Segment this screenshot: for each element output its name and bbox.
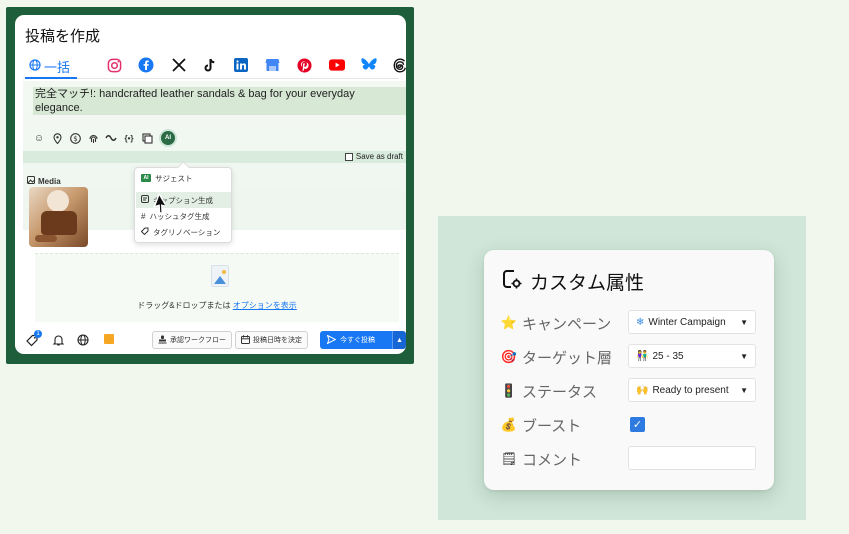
save-as-draft[interactable]: Save as draft <box>344 152 403 161</box>
media-dropzone[interactable]: ドラッグ&ドロップまたは オプションを表示 <box>35 253 399 322</box>
chevron-down-icon: ▼ <box>740 386 748 395</box>
attribute-settings-icon <box>502 269 522 295</box>
attribute-row-boost: 💰 ブースト ✓ <box>500 412 760 438</box>
copy-icon[interactable] <box>141 132 153 144</box>
globe-icon <box>29 58 41 74</box>
post-options-dropdown[interactable]: ▲ <box>392 331 406 349</box>
status-select[interactable]: 🙌 Ready to present ▼ <box>628 378 756 402</box>
attributes-background: カスタム属性 ⭐ キャンペーン ❄ Winter Campaign ▼ 🎯 ター… <box>438 216 806 520</box>
draft-checkbox[interactable] <box>344 152 353 161</box>
media-section-label: Media <box>27 176 61 186</box>
network-tabs: 一括 <box>23 53 406 79</box>
bell-icon[interactable] <box>51 333 65 347</box>
tab-all[interactable]: 一括 <box>25 55 77 79</box>
link-icon[interactable] <box>105 132 117 144</box>
composer-frame: 投稿を作成 一括 完全マッチ!: handcrafted leather san… <box>6 7 414 364</box>
post-text[interactable]: 完全マッチ!: handcrafted leather sandals & ba… <box>33 87 406 115</box>
media-thumbnail[interactable] <box>29 187 88 247</box>
location-icon[interactable] <box>51 132 63 144</box>
bluesky-icon[interactable] <box>361 57 377 73</box>
pinterest-icon[interactable] <box>296 57 312 73</box>
fingerprint-icon[interactable] <box>87 132 99 144</box>
globe-icon[interactable] <box>76 333 90 347</box>
image-icon <box>27 176 35 186</box>
target-select[interactable]: 👫 25 - 35 ▼ <box>628 344 756 368</box>
variable-icon[interactable]: {•} <box>123 132 135 144</box>
tab-all-label: 一括 <box>44 59 71 75</box>
ai-menu-suggest[interactable]: AI サジェスト <box>136 170 231 186</box>
chevron-down-icon: ▼ <box>740 318 748 327</box>
custom-attributes-card: カスタム属性 ⭐ キャンペーン ❄ Winter Campaign ▼ 🎯 ター… <box>484 250 774 490</box>
dropzone-text: ドラッグ&ドロップまたは オプションを表示 <box>137 301 297 310</box>
chevron-up-icon: ▲ <box>396 336 403 344</box>
threads-icon[interactable] <box>392 57 406 73</box>
attribute-row-status: 🚦 ステータス 🙌 Ready to present ▼ <box>500 378 760 404</box>
attributes-title: カスタム属性 <box>502 268 644 295</box>
post-composer: 投稿を作成 一括 完全マッチ!: handcrafted leather san… <box>15 15 406 354</box>
chevron-down-icon: ▼ <box>740 352 748 361</box>
people-icon: 👫 <box>636 350 649 362</box>
attribute-row-target: 🎯 ターゲット層 👫 25 - 35 ▼ <box>500 344 760 370</box>
editor-toolbar: ☺ $ {•} AI <box>33 129 177 147</box>
x-icon[interactable] <box>171 57 187 73</box>
approval-workflow-button[interactable]: 承認ワークフロー <box>152 331 232 349</box>
notification-badge: 1 <box>34 330 42 338</box>
show-options-link[interactable]: オプションを表示 <box>233 301 297 310</box>
attribute-row-campaign: ⭐ キャンペーン ❄ Winter Campaign ▼ <box>500 310 760 336</box>
comment-input[interactable] <box>628 446 756 470</box>
composer-title: 投稿を作成 <box>25 28 101 45</box>
hands-icon: 🙌 <box>636 384 649 396</box>
checkmark-icon: ✓ <box>632 419 643 431</box>
tiktok-icon[interactable] <box>202 57 218 73</box>
target-icon: 🎯 <box>500 349 518 364</box>
calendar-icon <box>241 334 250 346</box>
youtube-icon[interactable] <box>329 57 345 73</box>
ai-chip-icon: AI <box>141 174 151 182</box>
attribute-row-comment: 🗒 コメント <box>500 446 760 472</box>
tag-icon <box>140 227 149 237</box>
emoji-icon[interactable]: ☺ <box>33 132 45 144</box>
ai-menu-tag-renovation[interactable]: タグリノベーション <box>136 224 231 240</box>
image-upload-icon <box>211 265 229 287</box>
dollar-icon[interactable]: $ <box>69 132 81 144</box>
google-business-icon[interactable] <box>264 57 280 73</box>
traffic-light-icon: 🚦 <box>500 383 518 398</box>
draft-label: Save as draft <box>355 152 403 161</box>
snowflake-icon: ❄ <box>636 316 645 328</box>
schedule-button[interactable]: 投稿日時を決定 <box>235 331 308 349</box>
tag-icon[interactable]: 1 <box>25 330 42 347</box>
notepad-icon: 🗒 <box>500 451 518 466</box>
send-icon <box>326 333 337 346</box>
composer-footer: 1 承認ワークフロー 投稿日時を決定 今すぐ投稿 ▲ <box>15 327 406 354</box>
post-now-button[interactable]: 今すぐ投稿 <box>320 331 392 349</box>
star-icon: ⭐ <box>500 315 518 330</box>
color-label-icon[interactable] <box>104 334 114 344</box>
svg-text:$: $ <box>73 135 77 143</box>
campaign-select[interactable]: ❄ Winter Campaign ▼ <box>628 310 756 334</box>
boost-checkbox[interactable]: ✓ <box>630 417 645 432</box>
ai-assistant-button[interactable]: AI <box>159 129 177 147</box>
facebook-icon[interactable] <box>138 57 154 73</box>
instagram-icon[interactable] <box>106 57 122 73</box>
money-bag-icon: 💰 <box>500 417 518 432</box>
stamp-icon <box>158 335 167 346</box>
draft-bar: Save as draft <box>23 151 406 163</box>
linkedin-icon[interactable] <box>233 57 249 73</box>
mouse-cursor-icon <box>143 191 169 223</box>
